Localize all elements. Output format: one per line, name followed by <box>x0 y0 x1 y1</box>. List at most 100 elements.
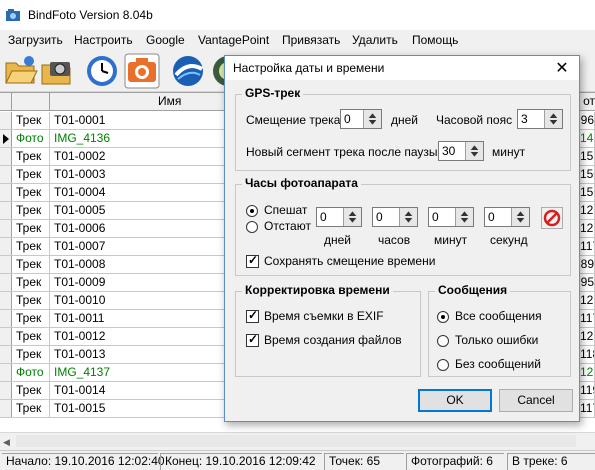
scroll-left-icon[interactable]: ◀ <box>3 437 10 448</box>
save-offset-label: Сохранять смещение времени <box>264 254 436 268</box>
open-folder-icon[interactable] <box>3 53 39 89</box>
cell-value: 150 <box>580 166 595 183</box>
clock-ahead-radio[interactable] <box>246 205 258 217</box>
file-time-checkbox[interactable]: ✓ <box>246 332 259 347</box>
up-down-arrows-icon[interactable] <box>343 208 361 226</box>
row-indicator <box>0 256 12 273</box>
row-indicator <box>0 364 12 381</box>
track-offset-unit: дней <box>391 113 419 127</box>
errors-only-label: Только ошибки <box>455 333 539 347</box>
window-title: BindFoto Version 8.04b <box>28 8 153 22</box>
cell-value: 89 <box>580 256 595 273</box>
cell-name: T01-0008 <box>50 256 230 273</box>
photo-camera-icon[interactable] <box>124 53 160 89</box>
reset-offset-icon[interactable] <box>541 207 563 229</box>
menu-help[interactable]: Помощь <box>410 33 460 47</box>
menu-vantagepoint[interactable]: VantagePoint <box>196 33 271 47</box>
cell-type: Трек <box>12 148 50 165</box>
title-bar: BindFoto Version 8.04b <box>0 0 595 30</box>
hours-value: 0 <box>376 210 383 224</box>
row-indicator <box>0 310 12 327</box>
exif-time-checkbox[interactable]: ✓ <box>246 308 259 323</box>
cell-value: 150 <box>580 184 595 201</box>
close-icon[interactable]: ✕ <box>553 58 571 78</box>
row-indicator <box>0 220 12 237</box>
google-earth-icon[interactable] <box>170 53 206 89</box>
menu-bind[interactable]: Привязать <box>280 33 342 47</box>
time-correction-group: Корректировка времени ✓ Время съемки в E… <box>235 283 421 377</box>
cell-name: T01-0011 <box>50 310 230 327</box>
cell-type: Трек <box>12 400 50 417</box>
cell-type: Трек <box>12 346 50 363</box>
all-messages-radio[interactable] <box>437 311 449 323</box>
timezone-label: Часовой пояс <box>436 113 513 127</box>
up-down-arrows-icon[interactable] <box>363 110 381 128</box>
menu-configure[interactable]: Настроить <box>72 33 135 47</box>
days-stepper[interactable]: 0 <box>316 207 362 227</box>
cell-value: 126 <box>580 220 595 237</box>
row-indicator <box>0 400 12 417</box>
menu-delete[interactable]: Удалить <box>350 33 400 47</box>
cell-value: 129 <box>580 202 595 219</box>
dialog-title: Настройка даты и времени <box>233 61 385 75</box>
seconds-value: 0 <box>488 210 495 224</box>
menu-google[interactable]: Google <box>144 33 187 47</box>
app-icon <box>6 9 20 21</box>
menu-load[interactable]: Загрузить <box>6 33 65 47</box>
cell-name: T01-0002 <box>50 148 230 165</box>
row-indicator <box>0 148 12 165</box>
cell-type: Трек <box>12 112 50 129</box>
seconds-stepper[interactable]: 0 <box>484 207 530 227</box>
date-time-dialog: Настройка даты и времени ✕ GPS-трек Смещ… <box>224 55 580 422</box>
minutes-value: 0 <box>432 210 439 224</box>
cell-name: T01-0014 <box>50 382 230 399</box>
days-value: 0 <box>320 210 327 224</box>
row-indicator <box>0 166 12 183</box>
row-indicator <box>0 274 12 291</box>
clock-icon[interactable] <box>84 53 120 89</box>
track-offset-label: Смещение трека <box>246 113 341 127</box>
track-offset-stepper[interactable]: 0 <box>340 109 382 129</box>
cell-type: Трек <box>12 184 50 201</box>
up-down-arrows-icon[interactable] <box>544 110 562 128</box>
new-segment-label: Новый сегмент трека после паузы <box>246 145 438 159</box>
clock-behind-radio[interactable] <box>246 221 258 233</box>
file-time-label: Время создания файлов <box>264 333 402 347</box>
cancel-button[interactable]: Cancel <box>499 389 573 412</box>
up-down-arrows-icon[interactable] <box>455 208 473 226</box>
cell-value: 122 <box>580 292 595 309</box>
timezone-stepper[interactable]: 3 <box>517 109 563 129</box>
menu-bar: Загрузить Настроить Google VantagePoint … <box>0 30 595 50</box>
cell-type: Трек <box>12 256 50 273</box>
new-segment-stepper[interactable]: 30 <box>438 141 484 161</box>
messages-group: Сообщения Все сообщения Только ошибки Бе… <box>428 283 571 377</box>
time-correction-legend: Корректировка времени <box>242 283 393 297</box>
all-messages-label: Все сообщения <box>455 309 542 323</box>
ok-button[interactable]: OK <box>418 389 492 412</box>
camera-icon[interactable] <box>40 53 76 89</box>
errors-only-radio[interactable] <box>437 335 449 347</box>
up-down-arrows-icon[interactable] <box>465 142 483 160</box>
timezone-value: 3 <box>521 112 528 126</box>
up-down-arrows-icon[interactable] <box>399 208 417 226</box>
track-offset-value: 0 <box>344 112 351 126</box>
scroll-track[interactable] <box>16 435 576 447</box>
row-indicator <box>0 328 12 345</box>
cell-value: 95 <box>580 274 595 291</box>
header-type[interactable] <box>12 93 50 111</box>
no-messages-radio[interactable] <box>437 359 449 371</box>
cell-type: Трек <box>12 274 50 291</box>
cell-value: 117 <box>580 310 595 327</box>
gps-track-group: GPS-трек Смещение трека 0 дней Часовой п… <box>235 86 571 171</box>
minutes-stepper[interactable]: 0 <box>428 207 474 227</box>
hours-stepper[interactable]: 0 <box>372 207 418 227</box>
camera-clock-group: Часы фотоапарата Спешат Отстают 0 0 0 0 … <box>235 176 571 276</box>
horizontal-scrollbar[interactable]: ◀ <box>0 432 595 449</box>
cell-name: T01-0009 <box>50 274 230 291</box>
cell-type: Трек <box>12 310 50 327</box>
header-tail[interactable]: от <box>580 93 595 111</box>
cell-name: T01-0005 <box>50 202 230 219</box>
up-down-arrows-icon[interactable] <box>511 208 529 226</box>
save-offset-checkbox[interactable]: ✓ <box>246 253 259 268</box>
row-indicator <box>0 202 12 219</box>
